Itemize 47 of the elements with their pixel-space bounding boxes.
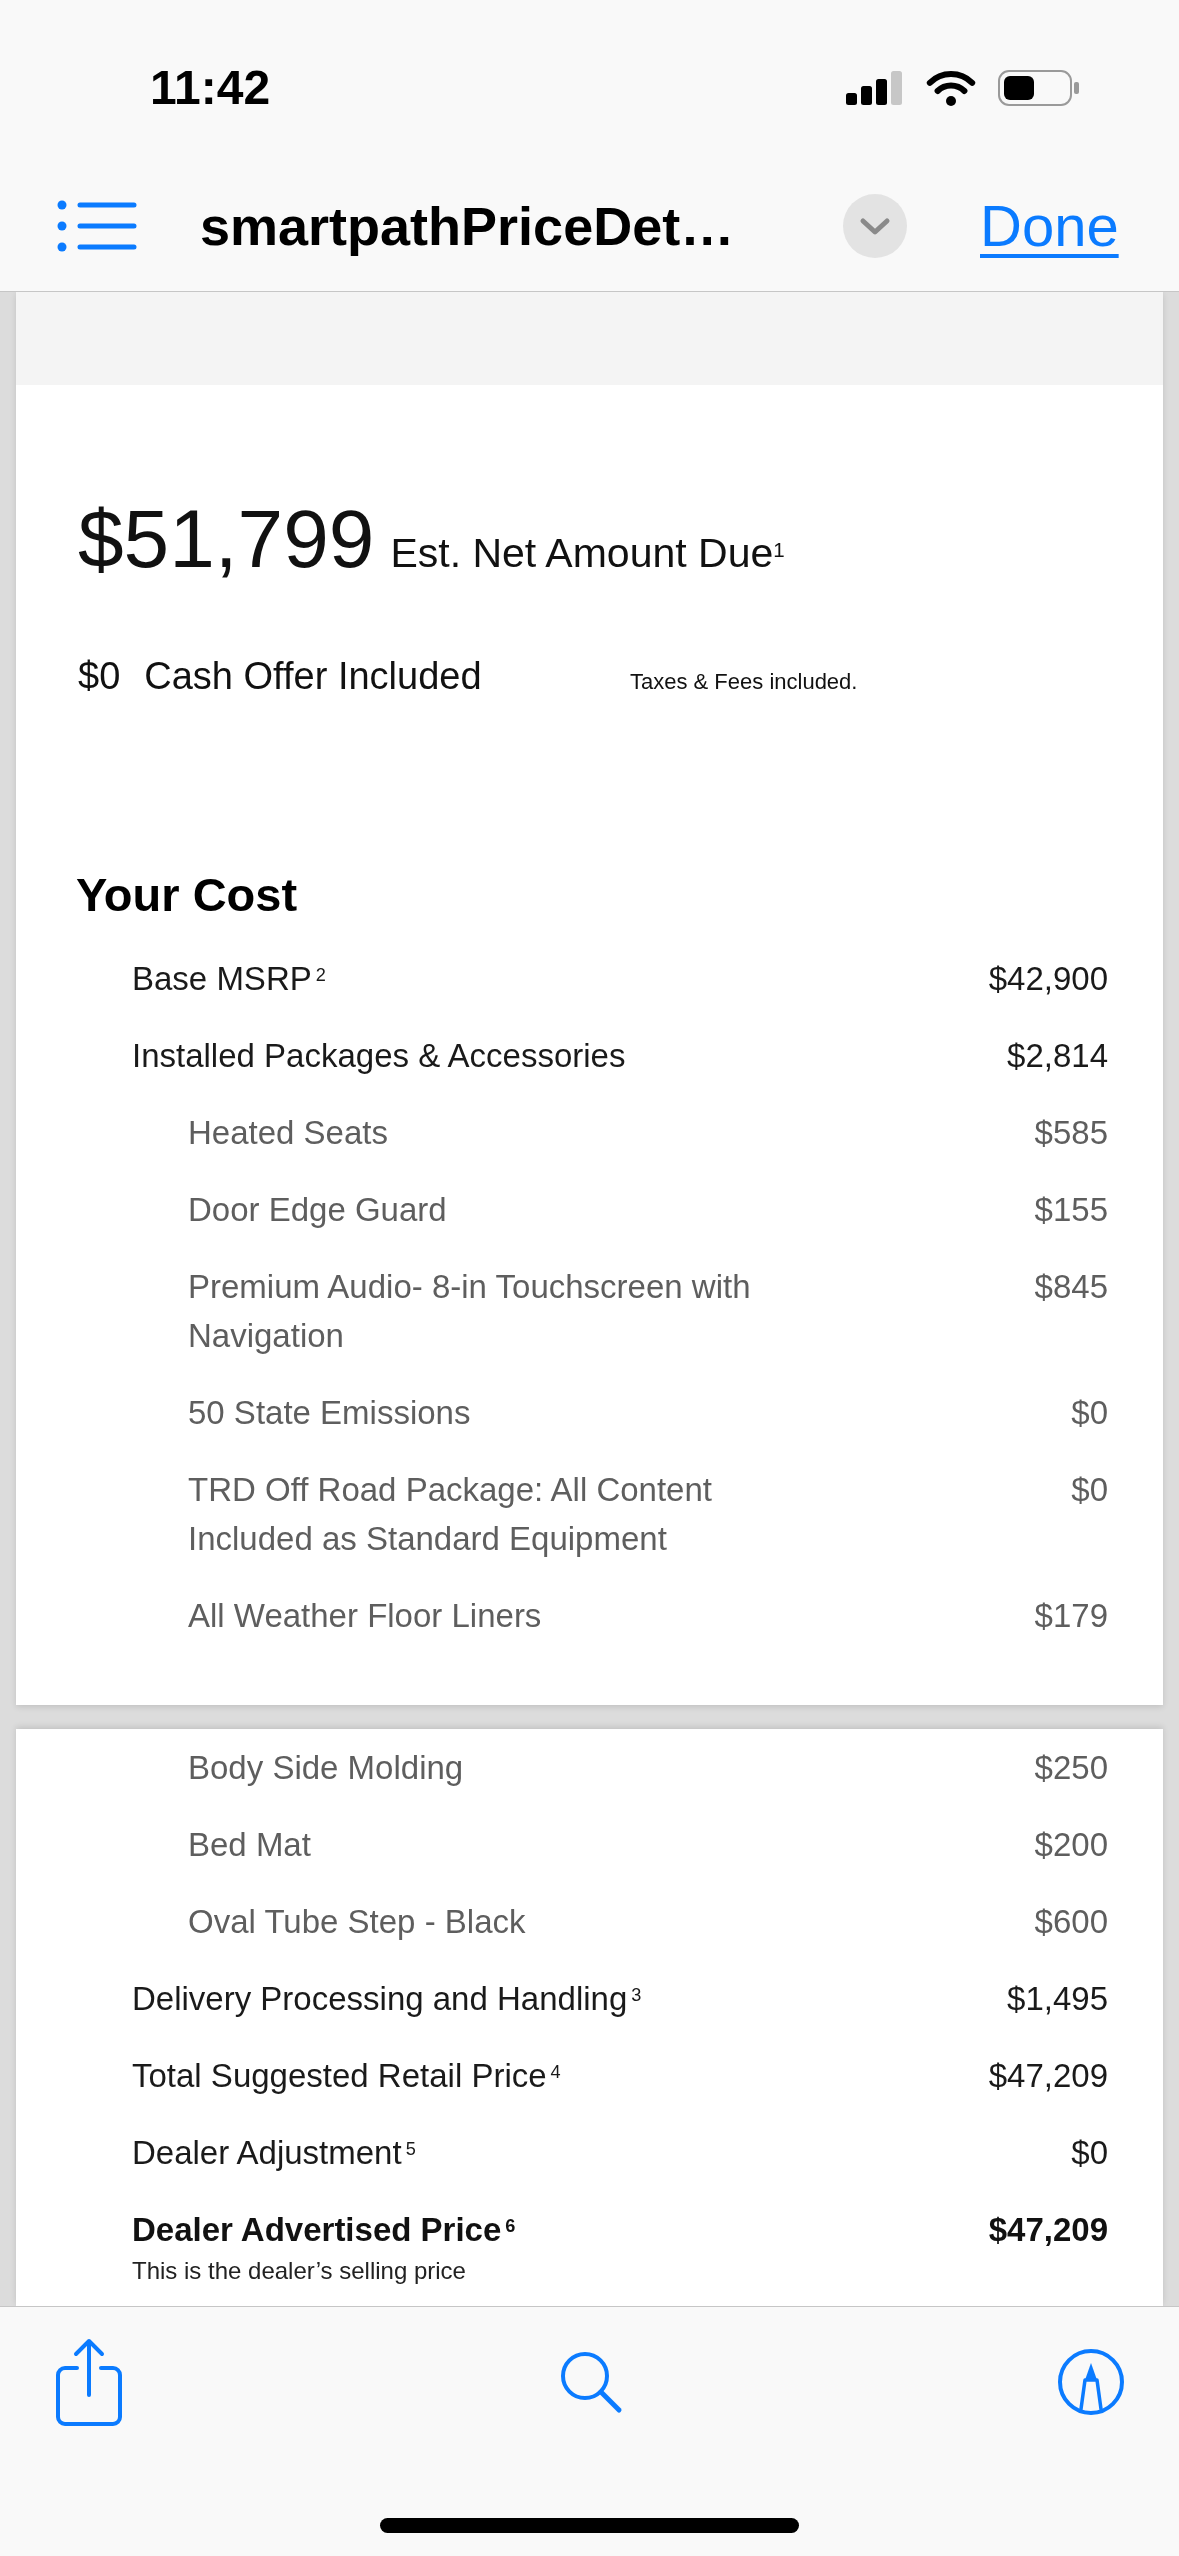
accessory-price: $155 [1034,1190,1108,1230]
accessory-label: TRD Off Road Package: All Content Included as Standard Equipment [188,1470,713,1559]
accessory-price: $179 [1034,1596,1108,1636]
net-amount-label: Est. Net Amount Due$^{1}$ [390,533,785,574]
signal-icon [846,71,904,105]
accessory-price: $0 [1071,1393,1108,1433]
accessory-price: $250 [1034,1748,1108,1788]
accessory-label: Premium Audio- 8-in Touchscreen with Navigation [188,1267,752,1356]
cash-offer-amount: $0 [78,657,121,695]
accessory-price: $0 [1071,1470,1108,1510]
chevron-down-icon[interactable] [843,193,907,258]
net-amount: $51,799 [78,498,375,580]
pen-circle-icon[interactable] [1058,2347,1124,2416]
accessory-label: Oval Tube Step - Black [188,1902,526,1942]
total-note: This is the dealer’s selling price [132,2257,466,2284]
accessory-label: All Weather Floor Liners [188,1596,542,1636]
cost-price: $0 [1071,2133,1108,2173]
section-title: Your Cost [76,868,298,921]
accessory-price: $845 [1034,1267,1108,1307]
battery-icon [998,70,1080,106]
search-icon[interactable] [558,2349,623,2414]
total-price: $47,209 [988,2210,1108,2250]
accessory-price: $585 [1034,1113,1108,1153]
status-time: 11:42 [150,64,271,112]
cost-price: $1,495 [1007,1979,1108,2019]
taxes-note: Taxes & Fees included. [630,671,858,693]
cost-label: Base MSRP$^{2}$ [132,959,326,999]
cost-price: $47,209 [988,2056,1108,2096]
done-button[interactable]: Done [980,196,1119,255]
accessory-price: $200 [1034,1825,1108,1865]
cash-offer-label: Cash Offer Included [144,657,482,695]
cost-label: Dealer Adjustment$^{5}$ [132,2133,416,2173]
wifi-icon [926,70,976,106]
cost-label: Delivery Processing and Handling$^{3}$ [132,1979,642,2019]
accessory-label: Body Side Molding [188,1748,464,1788]
accessory-label: Bed Mat [188,1825,311,1865]
list-icon[interactable] [57,199,137,252]
cost-label: Installed Packages & Accessories [132,1036,626,1076]
cost-price: $2,814 [1007,1036,1108,1076]
total-label: Dealer Advertised Price$^{6}$ [132,2210,516,2250]
accessory-price: $600 [1034,1902,1108,1942]
cost-price: $42,900 [988,959,1108,999]
cost-label: Total Suggested Retail Price$^{4}$ [132,2056,561,2096]
share-icon[interactable] [55,2337,123,2426]
accessory-label: Door Edge Guard [188,1190,447,1230]
accessory-label: Heated Seats [188,1113,388,1153]
accessory-label: 50 State Emissions [188,1393,471,1433]
